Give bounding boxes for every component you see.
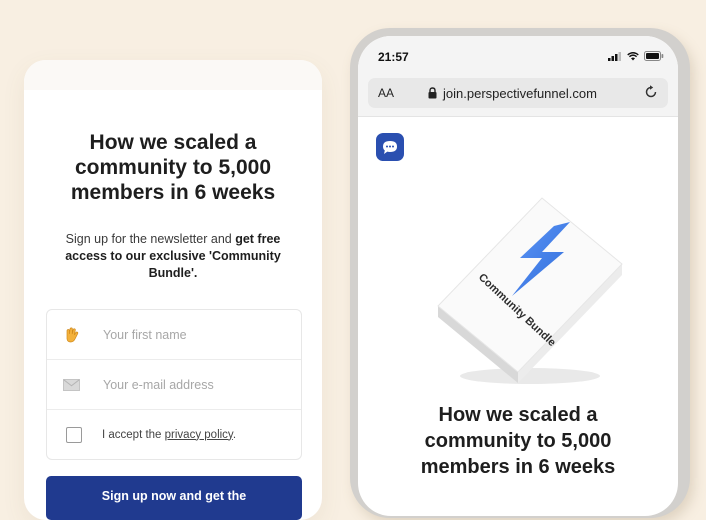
waving-hand-icon bbox=[63, 326, 93, 344]
consent-prefix: I accept the bbox=[102, 428, 165, 441]
privacy-policy-link[interactable]: privacy policy bbox=[165, 429, 233, 441]
lock-icon bbox=[428, 87, 437, 99]
wifi-icon bbox=[627, 51, 639, 60]
consent-suffix: . bbox=[232, 428, 237, 441]
battery-icon bbox=[644, 51, 664, 61]
email-input[interactable] bbox=[101, 376, 285, 393]
community-bundle-box: Community Bundle bbox=[437, 197, 623, 384]
signup-form: I accept the privacy policy. bbox=[46, 309, 302, 460]
first-name-input[interactable] bbox=[101, 326, 285, 343]
phone-mockup: 21:57 AA join.perspectivefunnel.com Comm… bbox=[350, 28, 690, 518]
text-size-button[interactable]: AA bbox=[378, 86, 394, 100]
signup-subtitle: Sign up for the newsletter and get free … bbox=[46, 231, 300, 282]
phone-screen: 21:57 AA join.perspectivefunnel.com Comm… bbox=[358, 36, 678, 516]
chat-bubble-icon[interactable] bbox=[376, 133, 404, 161]
privacy-checkbox[interactable] bbox=[66, 426, 82, 443]
card-top-strip bbox=[24, 60, 322, 90]
signup-card: How we scaled a community to 5,000 membe… bbox=[24, 60, 322, 520]
status-icons bbox=[608, 51, 664, 61]
signup-submit-button[interactable]: Sign up now and get the bbox=[46, 476, 302, 520]
reload-icon[interactable] bbox=[644, 84, 658, 102]
url-text: join.perspectivefunnel.com bbox=[443, 85, 597, 101]
envelope-icon bbox=[63, 378, 93, 391]
consent-text: I accept the privacy policy. bbox=[102, 429, 236, 441]
signup-heading: How we scaled a community to 5,000 membe… bbox=[70, 131, 276, 204]
address-bar[interactable]: AA join.perspectivefunnel.com bbox=[368, 78, 668, 108]
status-time: 21:57 bbox=[378, 50, 409, 64]
signal-icon bbox=[608, 51, 621, 61]
url-display[interactable]: join.perspectivefunnel.com bbox=[428, 86, 597, 101]
email-row bbox=[47, 360, 301, 410]
first-name-row bbox=[47, 310, 301, 360]
phone-heading: How we scaled a community to 5,000 membe… bbox=[420, 404, 616, 478]
subtitle-plain: Sign up for the newsletter and bbox=[65, 232, 236, 246]
consent-row: I accept the privacy policy. bbox=[47, 410, 301, 459]
